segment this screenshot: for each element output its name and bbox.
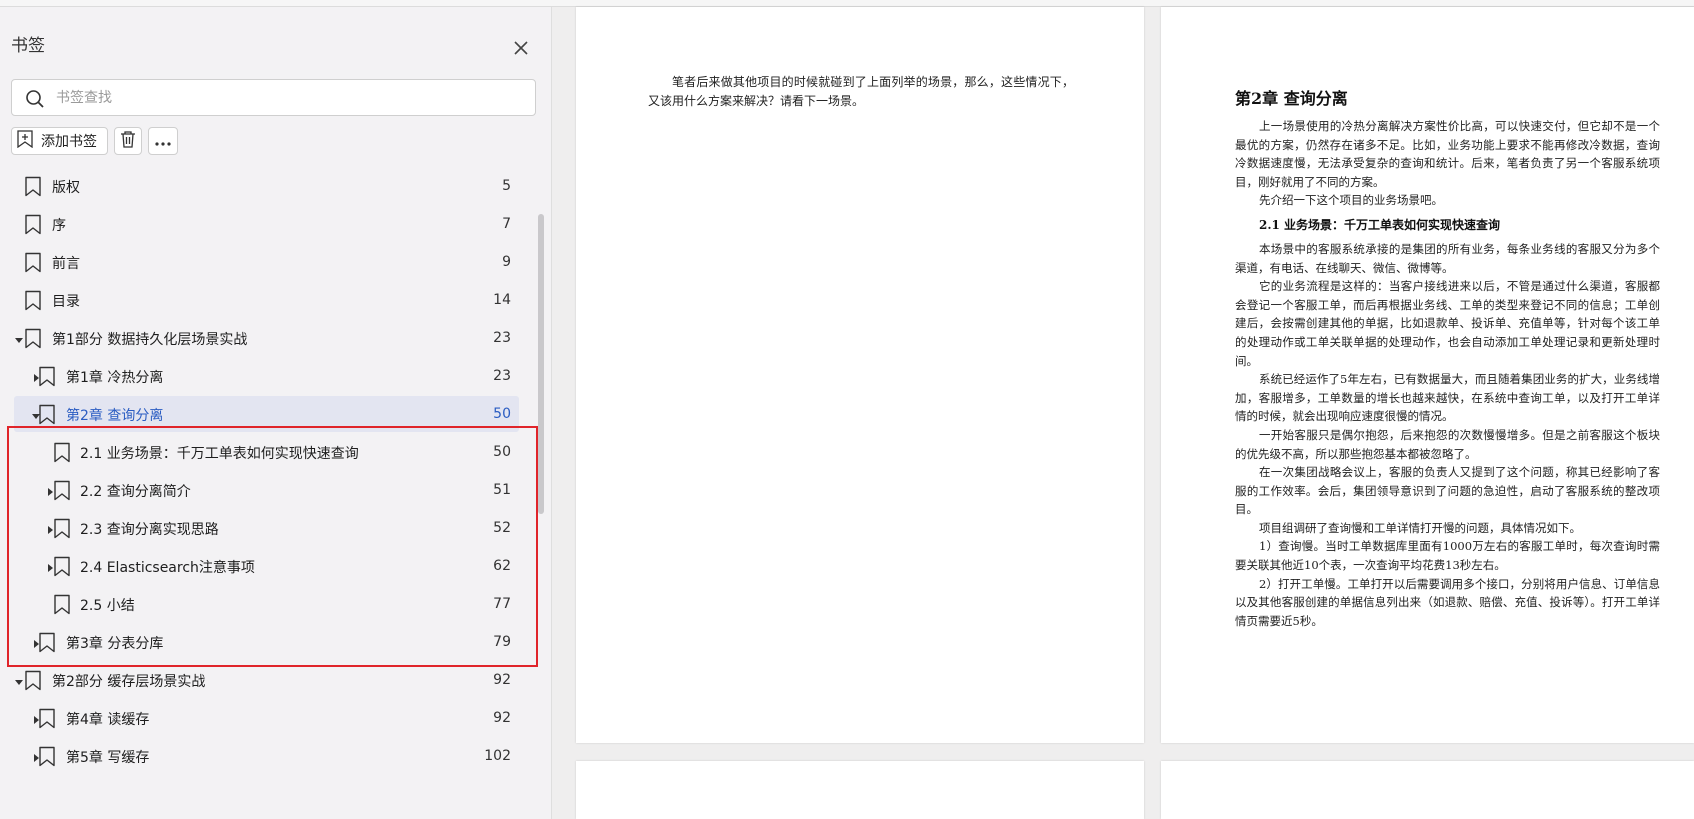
page-text: 笔者后来做其他项目的时候就碰到了上面列举的场景，那么，这些情况下，又该用什么方案… [648,75,1074,108]
bookmark-icon [38,708,56,733]
paragraph: 一开始客服只是偶尔抱怨，后来抱怨的次数慢慢增多。但是之前客服这个板块的优先级不高… [1235,427,1660,461]
bookmark-label: 2.1 业务场景：千万工单表如何实现快速查询 [80,446,359,462]
bookmark-label: 第2部分 缓存层场景实战 [52,674,206,690]
bookmark-label: 2.3 查询分离实现思路 [80,522,219,538]
document-page-3 [576,761,1144,819]
bookmark-page-number: 51 [493,482,511,498]
document-page-2: 第2章 查询分离 上一场景使用的冷热分离解决方案性价比高，可以快速交付，但它却不… [1161,7,1694,743]
bookmark-icon [38,746,56,771]
bookmark-label: 第4章 读缓存 [66,712,150,728]
bookmark-label: 第1部分 数据持久化层场景实战 [52,332,248,348]
bookmark-page-number: 50 [493,444,511,460]
bookmark-icon [53,480,71,505]
bookmark-item[interactable]: 第4章 读缓存 92 [0,698,532,739]
bookmark-page-number: 14 [493,292,511,308]
close-icon[interactable] [508,35,534,61]
bookmark-label: 第3章 分表分库 [66,636,164,652]
bookmark-item[interactable]: 版权 5 [0,166,532,207]
bookmark-item[interactable]: 第1部分 数据持久化层场景实战 23 [0,318,532,359]
paragraph: 在一次集团战略会议上，客服的负责人又提到了这个问题，称其已经影响了客服的工作效率… [1235,465,1660,517]
more-icon [154,132,172,151]
bookmark-label: 目录 [52,294,80,310]
bookmark-icon [53,518,71,543]
add-bookmark-icon [16,130,34,152]
bookmark-icon [38,632,56,657]
bookmark-page-number: 50 [493,406,511,422]
document-page-4 [1161,761,1694,819]
bookmark-item[interactable]: 序7 [0,204,532,245]
bookmark-item[interactable]: 第1章 冷热分离 23 [0,356,532,397]
bookmark-item[interactable]: 第5章 写缓存 102 [0,736,532,777]
bookmark-icon [24,252,42,277]
paragraph: 先介绍一下这个项目的业务场景吧。 [1259,193,1443,208]
bookmark-item[interactable]: 2.2 查询分离简介 51 [0,470,532,511]
bookmark-label: 第1章 冷热分离 [66,370,164,386]
bookmark-label: 版权 [52,180,80,196]
bookmark-page-number: 77 [493,596,511,612]
bookmark-page-number: 9 [502,254,511,270]
paragraph: 2）打开工单慢。工单打开以后需要调用多个接口，分别将用户信息、订单信息以及其他客… [1235,576,1660,628]
bookmark-label: 2.2 查询分离简介 [80,484,191,500]
paragraph: 本场景中的客服系统承接的是集团的所有业务，每条业务线的客服又分为多个渠道，有电话… [1235,241,1660,275]
bookmark-item[interactable]: 第2章 查询分离 50 [0,394,532,435]
bookmark-item[interactable]: 第3章 分表分库 79 [0,622,532,663]
bookmark-page-number: 5 [502,178,511,194]
search-input[interactable] [56,87,516,109]
bookmark-page-number: 52 [493,520,511,536]
bookmark-label: 2.4 Elasticsearch注意事项 [80,560,255,576]
bookmark-search[interactable] [11,79,536,116]
bookmark-icon [24,214,42,239]
trash-icon [119,130,137,152]
bookmark-item[interactable]: 前言 9 [0,242,532,283]
panel-title: 书签 [11,36,45,56]
bookmark-icon [24,176,42,201]
bookmark-label: 2.5 小结 [80,598,135,614]
bookmark-label: 序 [52,218,66,234]
bookmark-icon [38,366,56,391]
more-button[interactable] [148,127,178,155]
top-strip [0,0,1694,7]
paragraph: 上一场景使用的冷热分离解决方案性价比高，可以快速交付，但它却不是一个最优的方案，… [1235,119,1660,189]
delete-bookmark-button[interactable] [114,127,142,155]
chapter-title: 第2章 查询分离 [1235,89,1348,108]
bookmark-icon [24,670,42,695]
bookmark-item[interactable]: 2.5 小结 77 [0,584,532,625]
paragraph: 它的业务流程是这样的：当客户接线进来以后，不管是通过什么渠道，客服都会登记一个客… [1235,279,1660,368]
bookmark-item[interactable]: 2.4 Elasticsearch注意事项 62 [0,546,532,587]
bookmark-page-number: 92 [493,672,511,688]
add-bookmark-label: 添加书签 [41,134,97,150]
bookmark-icon [53,442,71,467]
bookmark-label: 前言 [52,256,80,272]
document-page-1: 笔者后来做其他项目的时候就碰到了上面列举的场景，那么，这些情况下，又该用什么方案… [576,7,1144,743]
bookmark-page-number: 23 [493,368,511,384]
bookmark-label: 第2章 查询分离 [66,408,164,424]
search-icon [25,89,45,113]
paragraph: 1）查询慢。当时工单数据库里面有1000万左右的客服工单时，每次查询时需要关联其… [1235,539,1660,573]
section-title: 2.1 业务场景：千万工单表如何实现快速查询 [1259,217,1501,232]
scrollbar-thumb[interactable] [538,214,544,514]
bookmark-icon [53,556,71,581]
add-bookmark-button[interactable]: 添加书签 [11,127,108,155]
bookmark-page-number: 79 [493,634,511,650]
bookmark-icon [38,404,56,429]
bookmark-page-number: 23 [493,330,511,346]
bookmark-item[interactable]: 第2部分 缓存层场景实战 92 [0,660,532,701]
bookmark-item[interactable]: 2.3 查询分离实现思路 52 [0,508,532,549]
bookmark-icon [24,328,42,353]
paragraph: 系统已经运作了5年左右，已有数据量大，而且随着集团业务的扩大，业务线增加，客服增… [1235,372,1660,424]
bookmark-page-number: 7 [502,216,511,232]
bookmark-label: 第5章 写缓存 [66,750,150,766]
bookmark-item[interactable]: 2.1 业务场景：千万工单表如何实现快速查询 50 [0,432,532,473]
bookmark-page-number: 62 [493,558,511,574]
bookmark-page-number: 102 [484,748,511,764]
bookmark-icon [53,594,71,619]
bookmark-panel: 书签 添加书签 版权5序7前言9目录14第1部分 数据持久化层场景实战23第1章… [0,7,552,819]
paragraph: 项目组调研了查询慢和工单详情打开慢的问题，具体情况如下。 [1259,520,1581,535]
bookmark-page-number: 92 [493,710,511,726]
bookmark-icon [24,290,42,315]
bookmark-item[interactable]: 目录 14 [0,280,532,321]
